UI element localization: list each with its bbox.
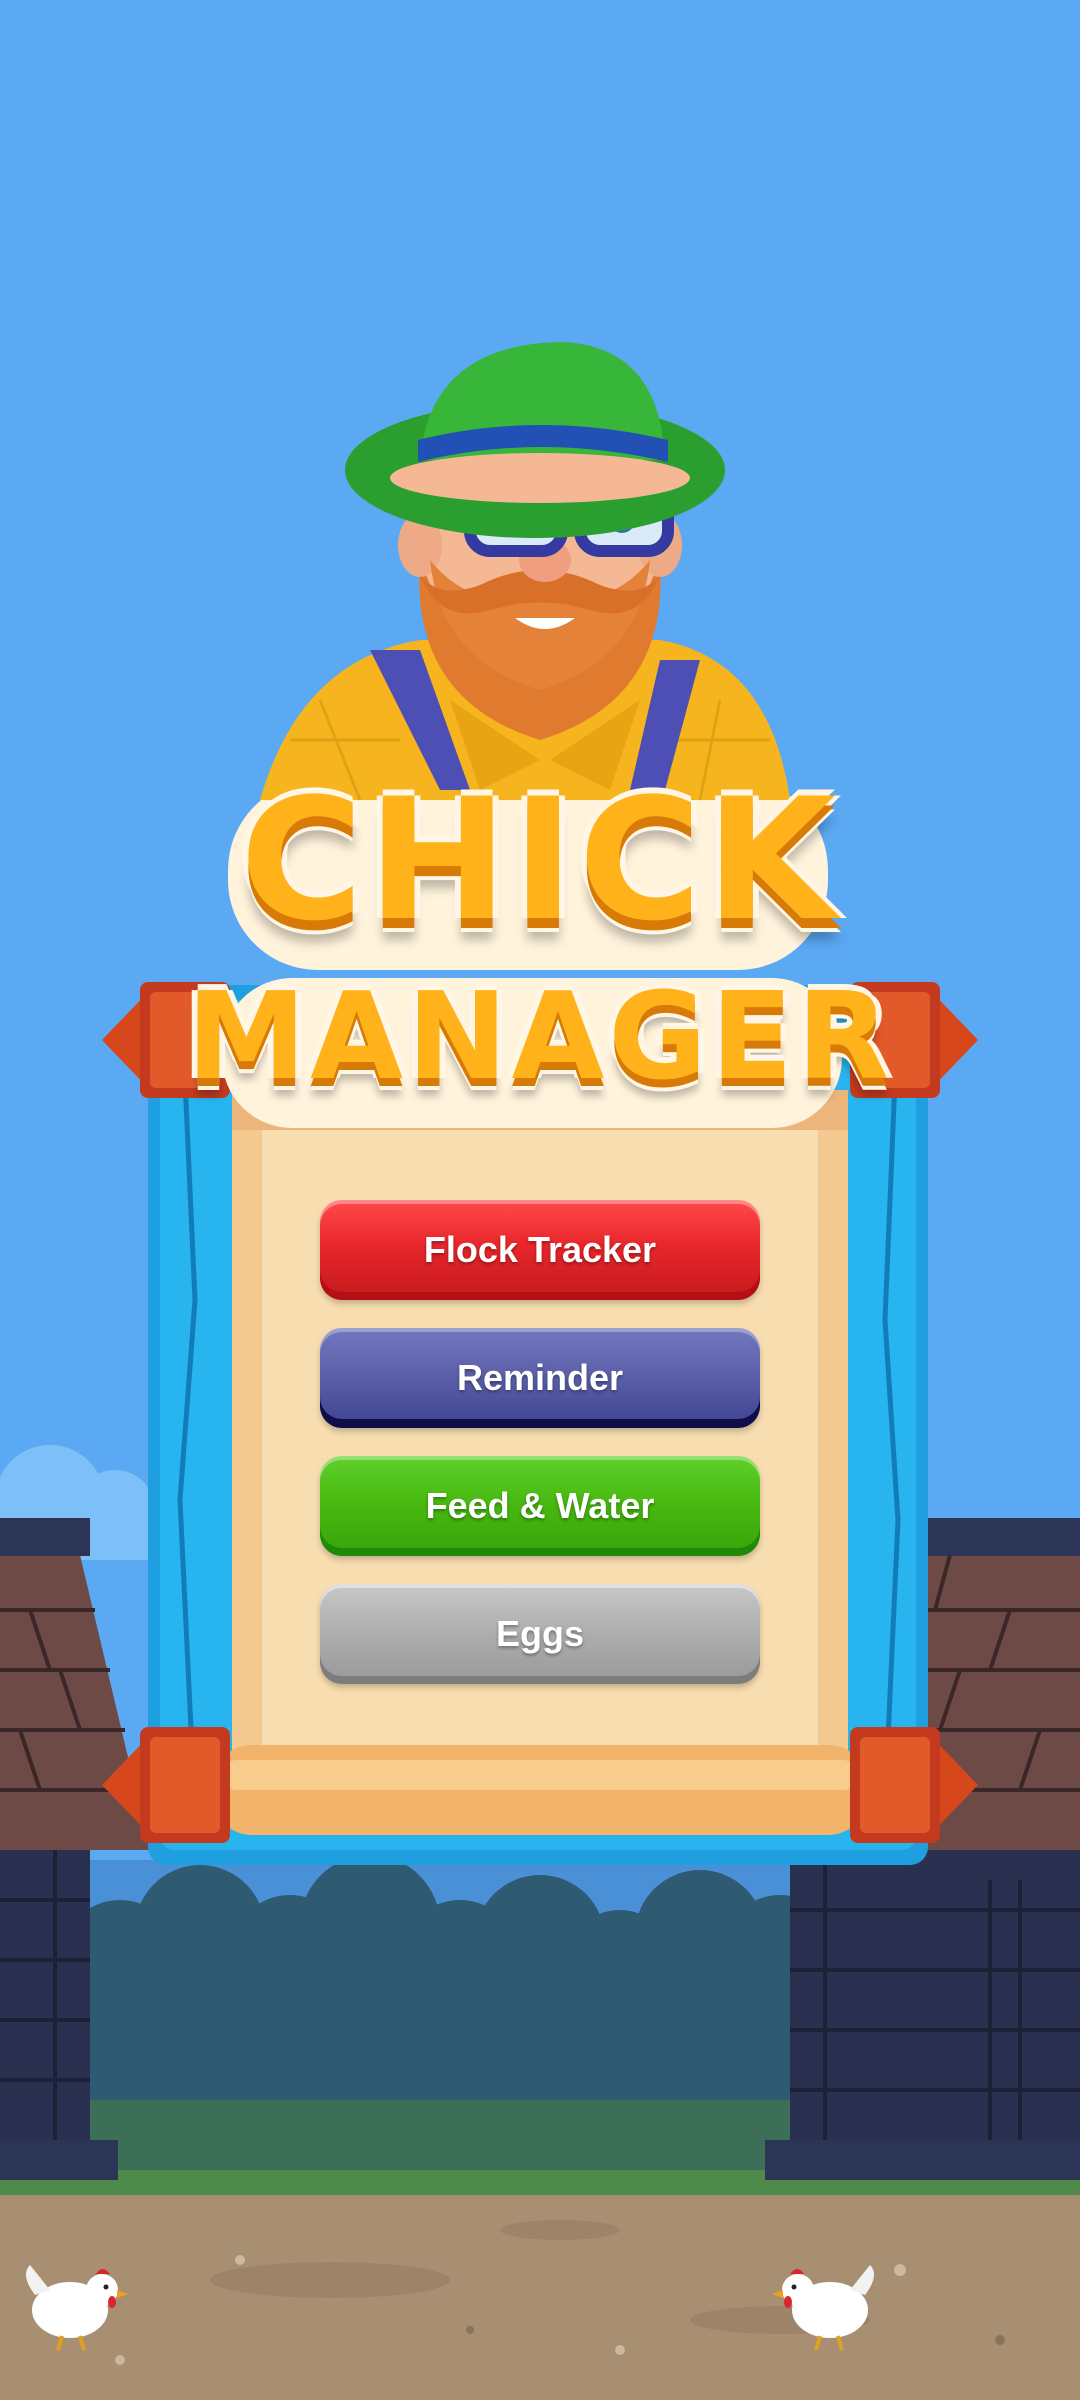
title-line-2-text: MANAGER	[186, 968, 894, 1107]
reminder-button[interactable]: Reminder	[320, 1328, 760, 1428]
chicken-left-icon	[26, 2265, 128, 2351]
title-manager: MANAGER	[0, 968, 1080, 1108]
title-chick: CHICK	[0, 765, 1080, 955]
flock-tracker-button[interactable]: Flock Tracker	[320, 1200, 760, 1300]
feed-and-water-button[interactable]: Feed & Water	[320, 1456, 760, 1556]
game-scene: CHICK MANAGER Flock Tracker Reminder Fee…	[0, 0, 1080, 2400]
chicken-right-icon	[772, 2265, 874, 2351]
title-line-1-text: CHICK	[240, 762, 840, 958]
eggs-button[interactable]: Eggs	[320, 1584, 760, 1684]
